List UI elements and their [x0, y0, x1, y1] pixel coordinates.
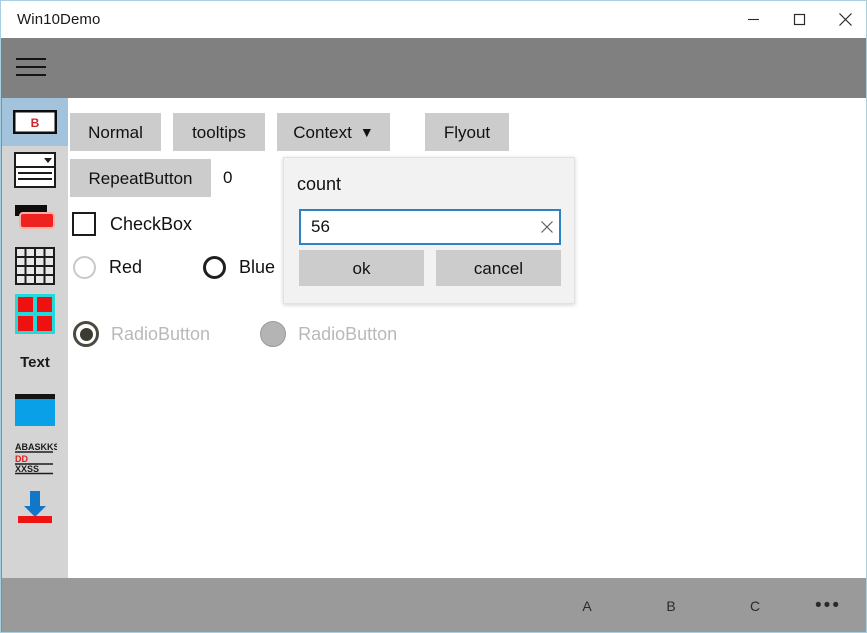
bottom-command-bar: A B C ••• — [2, 578, 866, 632]
sidebar-item-download[interactable] — [2, 482, 68, 530]
command-item-b[interactable]: B — [629, 578, 713, 632]
sidebar-item-document[interactable]: ABASKKS DD XXSS — [2, 434, 68, 482]
tooltips-button[interactable]: tooltips — [173, 113, 265, 151]
navigation-sidebar: B Text ABASKKS DD XXSS — [2, 98, 68, 578]
checkbox-box[interactable] — [72, 212, 96, 236]
title-bar: Win10Demo — [1, 1, 866, 38]
hamburger-line — [16, 66, 46, 68]
radio-blue-label: Blue — [239, 257, 276, 277]
hamburger-line — [16, 58, 46, 60]
document-icon: ABASKKS DD XXSS — [15, 442, 57, 475]
radiobutton-first-label: RadioButton — [111, 323, 211, 344]
sidebar-item-label: Text — [20, 353, 50, 371]
radio-blue[interactable]: Blue — [203, 256, 275, 279]
count-dialog: count ok cancel — [283, 157, 575, 304]
radio-red[interactable]: Red — [73, 256, 142, 279]
close-icon[interactable] — [822, 1, 866, 38]
context-button-label: Context — [293, 122, 352, 142]
checkbox-row[interactable]: CheckBox — [72, 212, 192, 236]
combobox-icon — [14, 152, 56, 188]
minimize-icon[interactable] — [730, 1, 776, 38]
primary-button-row: Normal tooltips Context ▼ Flyout — [70, 113, 521, 151]
sidebar-item-panes[interactable] — [2, 290, 68, 338]
radio-circle-icon — [260, 321, 287, 347]
window-icon — [15, 394, 55, 426]
radio-selected-icon — [73, 321, 99, 347]
top-app-bar — [1, 38, 866, 98]
sidebar-item-combobox[interactable] — [2, 146, 68, 194]
sidebar-item-buttons[interactable]: B — [2, 98, 68, 146]
progressbar-icon — [15, 205, 55, 229]
sidebar-item-grid[interactable] — [2, 242, 68, 290]
command-bar-items: A B C ••• — [545, 578, 859, 632]
disabled-radio-row: RadioButton RadioButton — [73, 321, 397, 347]
radiobutton-second-label: RadioButton — [298, 323, 398, 344]
radio-red-label: Red — [109, 257, 143, 277]
button-icon: B — [13, 110, 57, 134]
caption-button-group — [730, 1, 866, 38]
sidebar-item-text[interactable]: Text — [2, 338, 68, 386]
dialog-title: count — [297, 174, 342, 194]
command-item-c[interactable]: C — [713, 578, 797, 632]
sidebar-item-progressbar[interactable] — [2, 194, 68, 242]
repeat-button-row: RepeatButton 0 — [70, 159, 232, 197]
radio-circle-icon — [73, 256, 96, 279]
ok-button[interactable]: ok — [299, 250, 424, 286]
radiobutton-second: RadioButton — [260, 321, 397, 347]
flyout-button[interactable]: Flyout — [425, 113, 509, 151]
radio-circle-icon — [203, 256, 227, 279]
hamburger-menu-icon[interactable] — [15, 51, 47, 83]
overflow-menu-icon[interactable]: ••• — [797, 578, 859, 632]
window-title: Win10Demo — [17, 11, 101, 28]
svg-text:DD: DD — [15, 454, 28, 464]
app-window: Win10Demo B Text ABASKKS DD XXSS Normal … — [0, 0, 867, 633]
radiobutton-first: RadioButton — [73, 321, 210, 347]
normal-button[interactable]: Normal — [70, 113, 161, 151]
context-menu-button[interactable]: Context ▼ — [277, 113, 390, 151]
download-icon — [18, 491, 52, 523]
chevron-down-icon: ▼ — [359, 124, 374, 140]
color-radio-row: Red Blue — [73, 256, 275, 279]
svg-text:XXSS: XXSS — [15, 464, 39, 474]
clear-icon[interactable] — [534, 211, 559, 243]
repeat-button[interactable]: RepeatButton — [70, 159, 211, 197]
dialog-button-row: ok cancel — [299, 250, 561, 286]
cancel-button[interactable]: cancel — [436, 250, 561, 286]
count-input-wrapper[interactable] — [299, 209, 561, 245]
panes-icon — [15, 294, 55, 334]
maximize-icon[interactable] — [776, 1, 822, 38]
repeat-count-value: 0 — [223, 168, 233, 187]
svg-text:ABASKKS: ABASKKS — [15, 442, 57, 452]
command-item-a[interactable]: A — [545, 578, 629, 632]
checkbox-label: CheckBox — [110, 213, 193, 234]
sidebar-item-window[interactable] — [2, 386, 68, 434]
count-input[interactable] — [301, 210, 534, 244]
hamburger-line — [16, 74, 46, 76]
svg-text:B: B — [31, 116, 40, 130]
grid-icon — [15, 247, 55, 285]
